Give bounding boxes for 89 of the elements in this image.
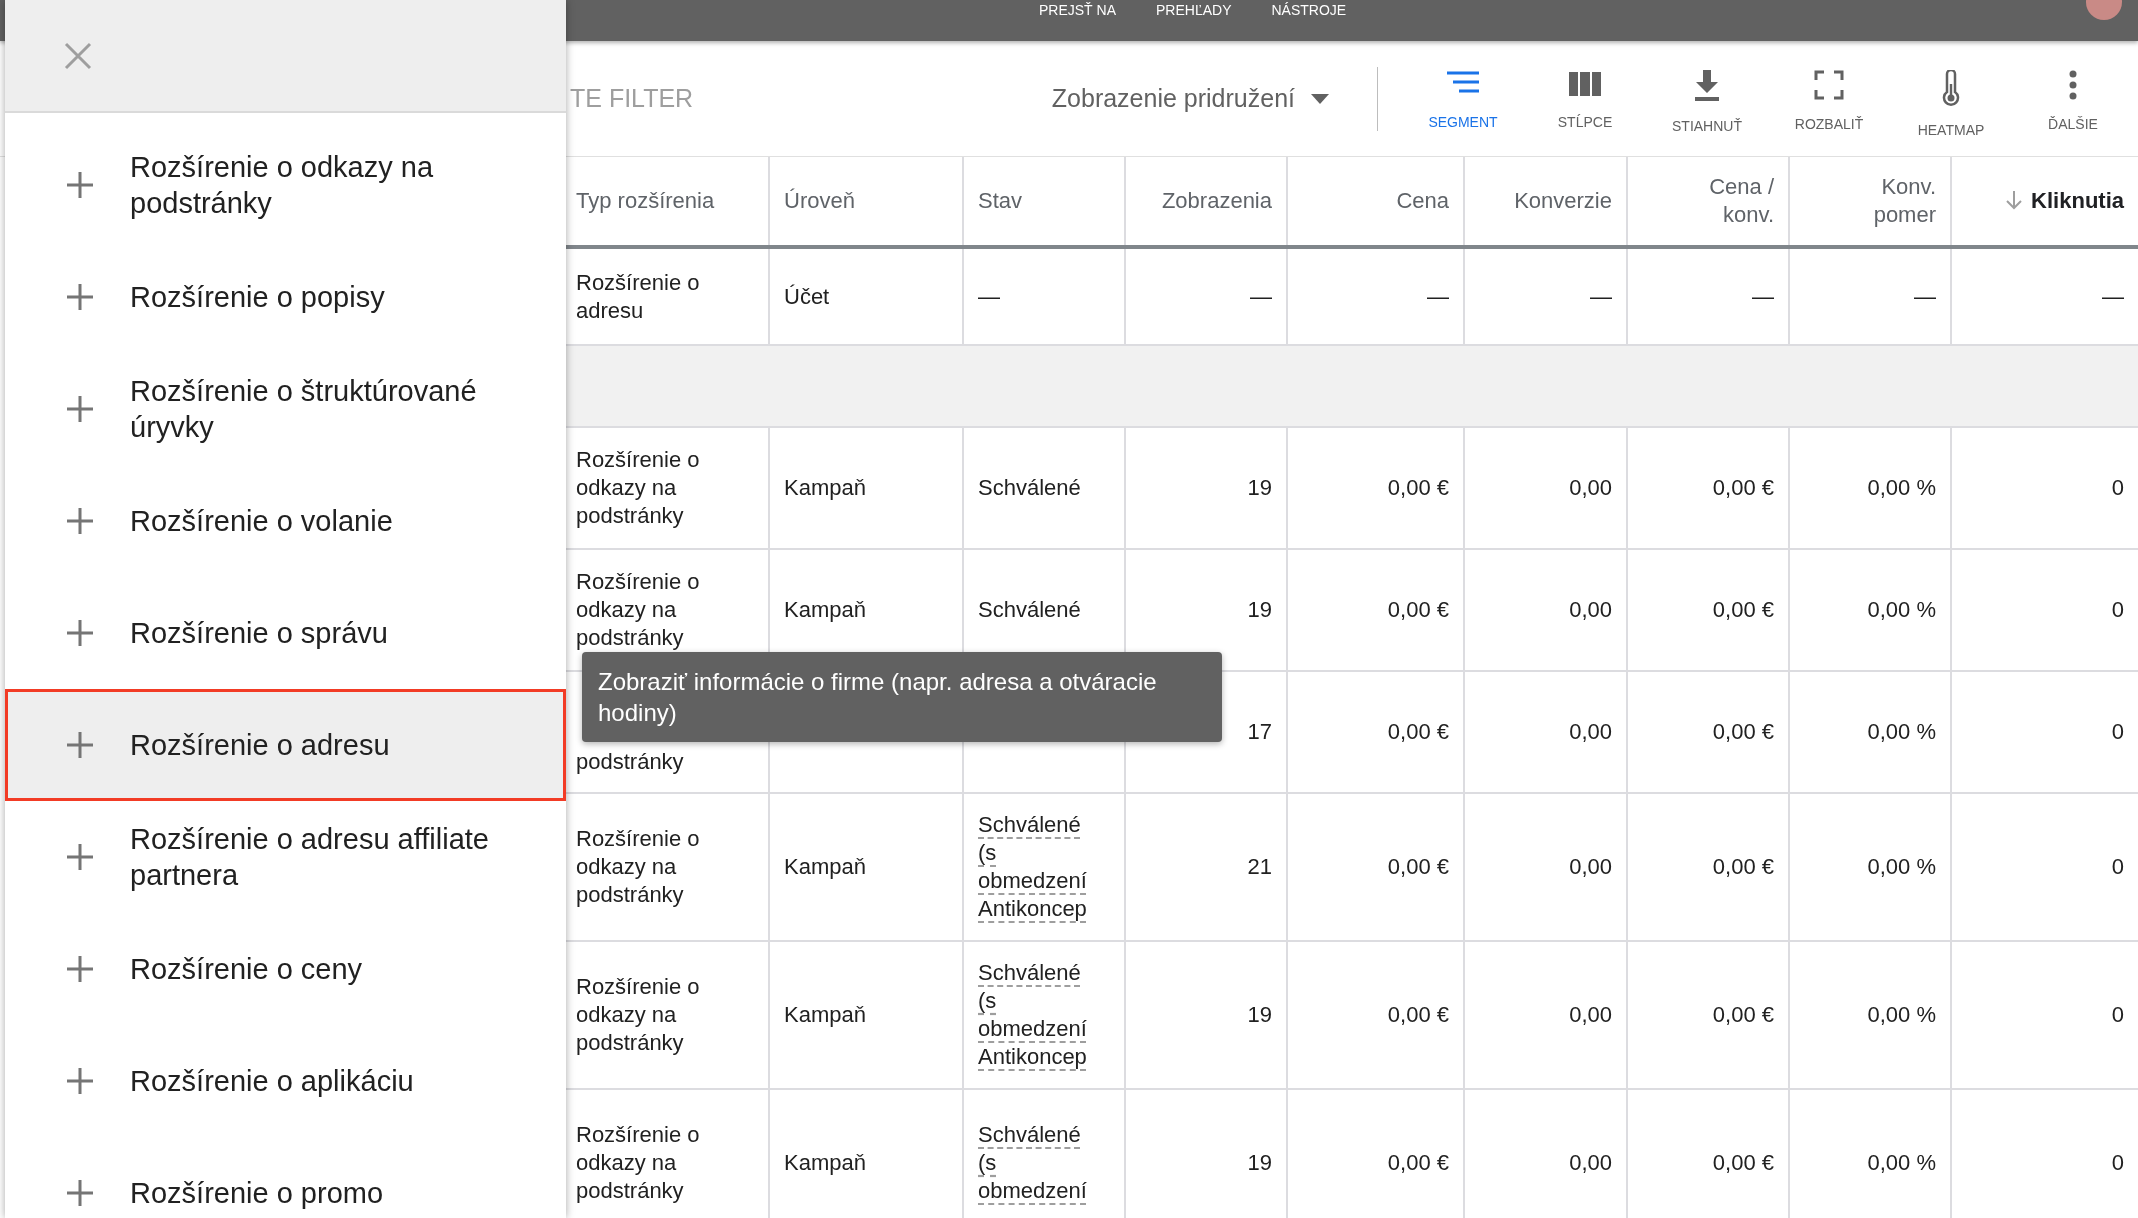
table-cell: Kampaň [769,941,963,1089]
thermometer-icon [1941,70,1961,106]
plus-icon [66,395,94,423]
column-header[interactable]: Stav [963,157,1125,247]
column-header[interactable]: Zobrazenia [1125,157,1287,247]
menu-item[interactable]: Rozšírenie o správu [5,577,566,689]
table-cell: 21 [1125,793,1287,941]
table-cell: 0,00 [1464,671,1627,793]
expand-icon [1814,70,1844,100]
table-cell: Kampaň [769,427,963,549]
column-header[interactable]: Cena / konv. [1627,157,1789,247]
view-dropdown[interactable]: Zobrazenie pridružení [1051,79,1329,118]
table-cell: 0,00 € [1287,793,1464,941]
nav-link-text[interactable]: NÁSTROJE [1271,3,1347,17]
table-cell: 0,00 [1464,427,1627,549]
table-cell: 0,00 % [1789,549,1951,671]
menu-item[interactable]: Rozšírenie o promo [5,1137,566,1218]
table-cell: 0,00 [1464,549,1627,671]
menu-item[interactable]: Rozšírenie o aplikáciu [5,1025,566,1137]
column-header[interactable]: Konv. pomer [1789,157,1951,247]
table-cell: 0,00 % [1789,427,1951,549]
table-cell: 0,00 % [1789,793,1951,941]
table-cell: 0 [1951,549,2138,671]
table-cell: 0,00 € [1627,671,1789,793]
toolbar-button[interactable]: STIAHNUŤ [1646,70,1768,141]
status-text[interactable]: Schválené (s obmedzení Antikoncep [978,811,1090,923]
menu-item[interactable]: Rozšírenie o volanie [5,465,566,577]
table-cell: 0,00 [1464,793,1627,941]
toolbar-button[interactable]: ĎALŠIE [2012,70,2134,141]
sort-arrow-icon [2005,190,2024,210]
menu-item[interactable]: Rozšírenie o adresu [5,689,566,801]
toolbar-button[interactable]: ROZBALIŤ [1768,70,1890,141]
table-cell: 0,00 [1464,1089,1627,1218]
plus-icon [66,1067,94,1095]
plus-icon [66,731,94,759]
columns-icon [1567,70,1603,98]
plus-icon [66,507,94,535]
table-cell: 19 [1125,941,1287,1089]
caret-icon [1311,93,1329,104]
tooltip: Zobraziť informácie o firme (napr. adresa a otváracie hodiny) [582,652,1222,742]
plus-icon [66,843,94,871]
table-cell: 0,00 € [1287,671,1464,793]
menu-item[interactable]: Rozšírenie o ceny [5,913,566,1025]
plus-icon [66,955,94,983]
table-cell: 0,00 € [1287,941,1464,1089]
table-cell: 0 [1951,1089,2138,1218]
nav-link-text[interactable]: PREJSŤ NA [1039,3,1116,17]
table-cell: 0 [1951,793,2138,941]
table-cell: 0 [1951,427,2138,549]
column-header[interactable]: Konverzie [1464,157,1627,247]
more-icon [2068,70,2078,100]
column-header[interactable]: Kliknutia [1951,157,2138,247]
plus-icon [66,283,94,311]
toolbar-button[interactable]: STĹPCE [1524,70,1646,141]
plus-icon [66,171,94,199]
table-cell: 0,00 € [1627,941,1789,1089]
close-icon[interactable] [63,40,93,71]
table-cell: 0 [1951,671,2138,793]
status-text[interactable]: Schválené (s obmedzení [978,1121,1090,1205]
table-cell: 19 [1125,427,1287,549]
table-cell: Kampaň [769,793,963,941]
menu-item[interactable]: Rozšírenie o odkazy na podstránky [5,129,566,241]
table-cell: 0,00 [1464,941,1627,1089]
table-cell: 0,00 € [1287,1089,1464,1218]
menu-item[interactable]: Rozšírenie o adresu affiliate partnera [5,801,566,913]
nav-link-text[interactable]: PREHĽADY [1156,3,1232,17]
table-cell: 0,00 € [1627,427,1789,549]
table-cell: 0,00 € [1627,549,1789,671]
table-cell: 0,00 € [1627,1089,1789,1218]
table-cell: Kampaň [769,1089,963,1218]
status-text[interactable]: Schválené (s obmedzení Antikoncep [978,959,1090,1071]
column-header[interactable]: Úroveň [769,157,963,247]
table-cell: 0,00 % [1789,941,1951,1089]
table-cell: Schválené [963,427,1125,549]
table-cell: 0,00 € [1627,793,1789,941]
menu-item[interactable]: Rozšírenie o popisy [5,241,566,353]
table-cell: 0,00 % [1789,671,1951,793]
menu-item[interactable]: Rozšírenie o štruktúrované úryvky [5,353,566,465]
column-header[interactable]: Cena [1287,157,1464,247]
plus-icon [66,1179,94,1207]
table-cell: 19 [1125,1089,1287,1218]
table-cell: 0 [1951,941,2138,1089]
toolbar-button[interactable]: SEGMENT [1402,70,1524,141]
table-cell: 0,00 € [1287,427,1464,549]
download-icon [1692,70,1722,102]
table-cell: 0,00 € [1287,549,1464,671]
plus-icon [66,619,94,647]
table-cell: 0,00 % [1789,1089,1951,1218]
toolbar-button[interactable]: HEATMAP [1890,70,2012,141]
